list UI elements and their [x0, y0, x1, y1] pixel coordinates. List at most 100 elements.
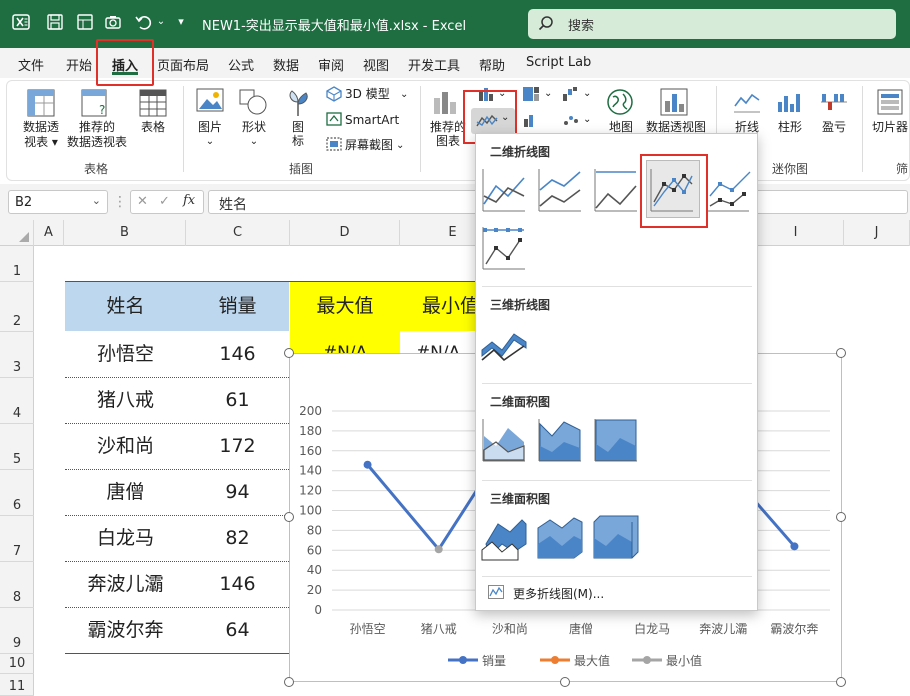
3d-line-option[interactable]: [480, 320, 528, 368]
pictures-icon[interactable]: [196, 88, 224, 117]
scatter-chart-icon[interactable]: [562, 112, 580, 131]
hierarchy-chart-dropdown-icon[interactable]: ⌄: [544, 86, 552, 101]
sparkline-column-icon[interactable]: [776, 90, 804, 117]
max-value-cell[interactable]: #N/A: [290, 331, 400, 353]
recommended-pivot-label-2[interactable]: 数据透视表: [62, 135, 132, 150]
table-icon[interactable]: [138, 88, 168, 121]
name-cell[interactable]: 霸波尔奔: [65, 607, 186, 653]
row-header-4[interactable]: 4: [0, 378, 34, 424]
enter-icon[interactable]: ✓: [159, 194, 170, 209]
stacked-line-markers-option[interactable]: [704, 166, 752, 214]
icons-label-2[interactable]: 标: [280, 134, 316, 149]
more-line-charts-link[interactable]: 更多折线图(M)...: [513, 585, 604, 602]
waterfall-chart-dropdown-icon[interactable]: ⌄: [583, 86, 591, 101]
screenshot-label[interactable]: 屏幕截图: [345, 138, 393, 153]
tab-file[interactable]: 文件: [18, 55, 44, 74]
sparkline-winloss-icon[interactable]: [820, 90, 848, 117]
stacked-line-option[interactable]: [536, 166, 584, 214]
recommended-charts-icon[interactable]: [432, 88, 460, 119]
tab-page-layout[interactable]: 页面布局: [157, 55, 209, 74]
row-header-7[interactable]: 7: [0, 516, 34, 562]
recommended-pivot-label-1[interactable]: 推荐的: [66, 120, 128, 135]
save-icon[interactable]: [46, 13, 64, 31]
3d-model-icon[interactable]: [326, 86, 342, 105]
camera-icon[interactable]: [104, 13, 122, 31]
name-cell[interactable]: 奔波儿灞: [65, 561, 186, 607]
smartart-label[interactable]: SmartArt: [345, 113, 399, 128]
header-max[interactable]: 最大值: [290, 282, 400, 331]
undo-dropdown-icon[interactable]: ⌄: [152, 13, 170, 31]
shapes-icon[interactable]: [238, 88, 268, 119]
tab-script-lab[interactable]: Script Lab: [526, 55, 591, 70]
icons-icon[interactable]: [284, 88, 312, 121]
select-all-corner[interactable]: [0, 220, 34, 246]
scatter-chart-dropdown-icon[interactable]: ⌄: [583, 112, 591, 127]
customize-toolbar-icon[interactable]: ▾: [172, 13, 190, 31]
slicer-icon[interactable]: [876, 88, 906, 119]
resize-handle[interactable]: [560, 677, 570, 687]
sales-cell[interactable]: 146: [186, 331, 289, 377]
row-header-5[interactable]: 5: [0, 424, 34, 470]
recommended-pivot-icon[interactable]: ?: [80, 88, 110, 121]
search-box[interactable]: 搜索: [528, 9, 896, 39]
pivot-table-label-2[interactable]: 视表 ▾: [20, 135, 62, 150]
name-cell[interactable]: 猪八戒: [65, 377, 186, 423]
column-header-a[interactable]: A: [34, 220, 64, 246]
slicer-label[interactable]: 切片器: [872, 120, 908, 135]
sales-cell[interactable]: 172: [186, 423, 289, 469]
pictures-dropdown-icon[interactable]: ⌄: [192, 134, 228, 149]
table-label[interactable]: 表格: [132, 120, 174, 135]
hierarchy-chart-icon[interactable]: [522, 86, 540, 105]
area-option[interactable]: [480, 416, 528, 464]
resize-handle[interactable]: [284, 512, 294, 522]
statistic-chart-icon[interactable]: [522, 112, 540, 131]
line-chart-option[interactable]: [480, 166, 528, 214]
sales-cell[interactable]: 82: [186, 515, 289, 561]
resize-handle[interactable]: [836, 348, 846, 358]
sparkline-column-label[interactable]: 柱形: [773, 120, 807, 135]
pictures-label[interactable]: 图片: [192, 120, 228, 135]
percent-stacked-line-option[interactable]: [592, 166, 640, 214]
3d-percent-stacked-area-option[interactable]: [592, 514, 640, 562]
3d-stacked-area-option[interactable]: [536, 514, 584, 562]
name-cell[interactable]: 唐僧: [65, 469, 186, 515]
3d-model-label[interactable]: 3D 模型: [345, 87, 390, 102]
resize-handle[interactable]: [284, 348, 294, 358]
3d-area-option[interactable]: [480, 514, 528, 562]
tab-developer[interactable]: 开发工具: [408, 55, 460, 74]
row-header-11[interactable]: 11: [0, 674, 34, 696]
column-header-i[interactable]: I: [748, 220, 844, 246]
sales-cell[interactable]: 94: [186, 469, 289, 515]
tab-home[interactable]: 开始: [66, 55, 92, 74]
pivot-table-label-1[interactable]: 数据透: [20, 120, 62, 135]
tab-formulas[interactable]: 公式: [228, 55, 254, 74]
name-box[interactable]: B2 ⌄: [8, 190, 108, 214]
column-header-b[interactable]: B: [64, 220, 186, 246]
stacked-area-option[interactable]: [536, 416, 584, 464]
column-header-d[interactable]: D: [290, 220, 400, 246]
column-header-c[interactable]: C: [186, 220, 290, 246]
recommended-charts-label-1[interactable]: 推荐的: [428, 120, 468, 135]
name-box-dropdown-icon[interactable]: ⌄: [92, 194, 101, 207]
waterfall-chart-icon[interactable]: [562, 86, 580, 105]
tab-help[interactable]: 帮助: [479, 55, 505, 74]
min-value-cell[interactable]: #N/A: [400, 331, 476, 353]
column-header-j[interactable]: J: [844, 220, 910, 246]
maps-icon[interactable]: [606, 88, 634, 119]
row-header-10[interactable]: 10: [0, 654, 34, 674]
sparkline-winloss-label[interactable]: 盈亏: [817, 120, 851, 135]
row-header-9[interactable]: 9: [0, 608, 34, 654]
name-cell[interactable]: 白龙马: [65, 515, 186, 561]
pivot-table-icon[interactable]: [26, 88, 56, 121]
new-sheet-icon[interactable]: [76, 13, 94, 31]
percent-stacked-area-option[interactable]: [592, 416, 640, 464]
screenshot-dropdown-icon[interactable]: ⌄: [396, 138, 404, 153]
recommended-charts-label-2[interactable]: 图表: [428, 134, 468, 149]
tab-data[interactable]: 数据: [273, 55, 299, 74]
screenshot-icon[interactable]: [326, 137, 342, 154]
sales-cell[interactable]: 146: [186, 561, 289, 607]
shapes-label[interactable]: 形状: [236, 120, 272, 135]
header-name[interactable]: 姓名: [65, 282, 186, 331]
percent-line-markers-option[interactable]: [480, 224, 528, 272]
sales-cell[interactable]: 64: [186, 607, 289, 653]
